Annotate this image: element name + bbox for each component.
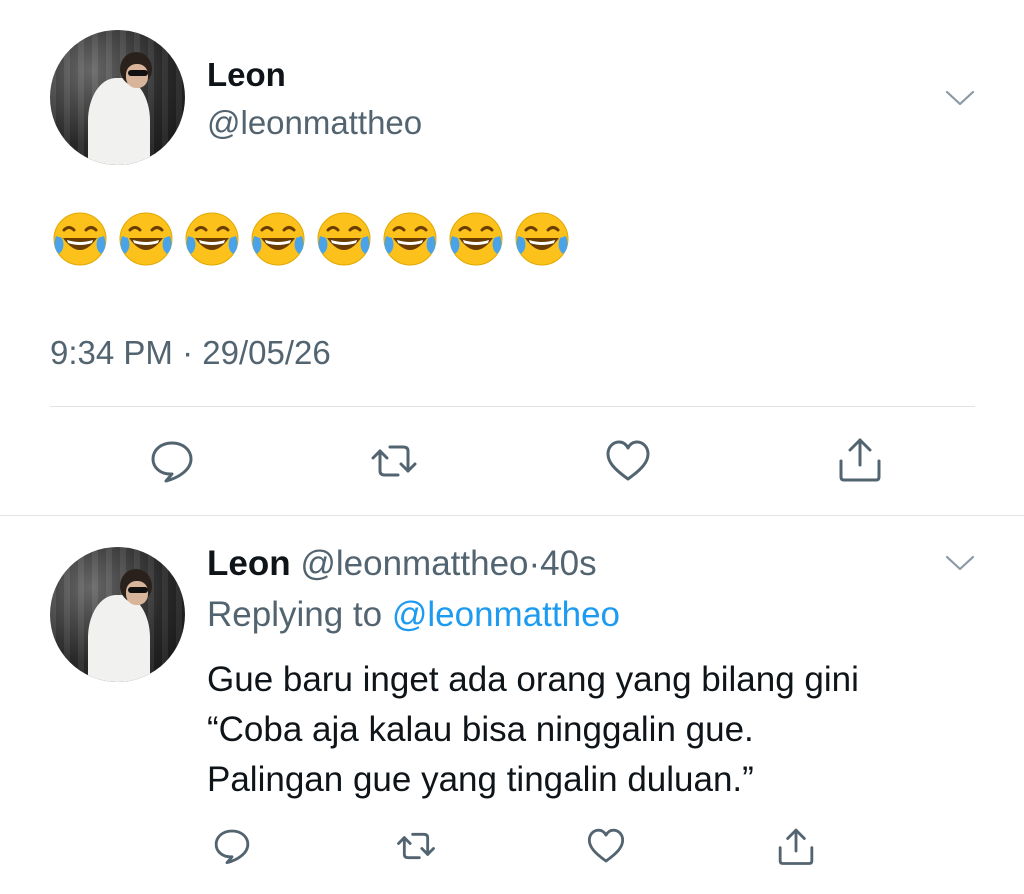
chevron-down-icon[interactable] [945, 88, 975, 108]
reply-icon[interactable] [212, 826, 252, 866]
reply-icon[interactable] [148, 437, 196, 485]
laughing-tears-emoji [446, 210, 506, 268]
laughing-tears-emoji [182, 210, 242, 268]
meta-separator: · [528, 544, 541, 583]
laughing-tears-emoji [248, 210, 308, 268]
laughing-tears-emoji [512, 210, 572, 268]
replying-to: Replying to @leonmattheo [207, 595, 620, 635]
author-handle[interactable]: @leonmattheo [207, 104, 422, 142]
tweet-age: 40s [540, 544, 597, 583]
reply-header: Leon @leonmattheo·40s [207, 544, 597, 584]
like-icon[interactable] [586, 826, 626, 866]
tweet-time: 9:34 PM [50, 334, 173, 371]
like-icon[interactable] [604, 437, 652, 485]
laughing-tears-emoji [380, 210, 440, 268]
reply-line: Gue baru inget ada orang yang bilang gin… [207, 660, 859, 699]
meta-separator: · [182, 334, 194, 371]
tweet-date: 29/05/26 [202, 334, 331, 371]
author-name[interactable]: Leon [207, 544, 291, 583]
tweet-body [50, 210, 572, 268]
author-handle[interactable]: @leonmattheo [300, 544, 528, 583]
retweet-icon[interactable] [370, 437, 418, 485]
share-icon[interactable] [836, 435, 884, 483]
avatar[interactable] [50, 30, 185, 165]
replying-to-link[interactable]: @leonmattheo [392, 595, 620, 634]
tweet-timestamp: 9:34 PM · 29/05/26 [50, 334, 331, 372]
share-icon[interactable] [776, 826, 816, 866]
laughing-tears-emoji [50, 210, 110, 268]
avatar[interactable] [50, 547, 185, 682]
reply-line: Palingan gue yang tingalin duluan.” [207, 760, 754, 799]
laughing-tears-emoji [314, 210, 374, 268]
author-name[interactable]: Leon [207, 56, 286, 94]
reply-body: Gue baru inget ada orang yang bilang gin… [207, 655, 859, 805]
replying-prefix: Replying to [207, 595, 383, 634]
retweet-icon[interactable] [396, 826, 436, 866]
divider [50, 406, 975, 407]
reply-line: “Coba aja kalau bisa ninggalin gue. [207, 710, 754, 749]
laughing-tears-emoji [116, 210, 176, 268]
divider [0, 515, 1024, 516]
chevron-down-icon[interactable] [945, 553, 975, 573]
